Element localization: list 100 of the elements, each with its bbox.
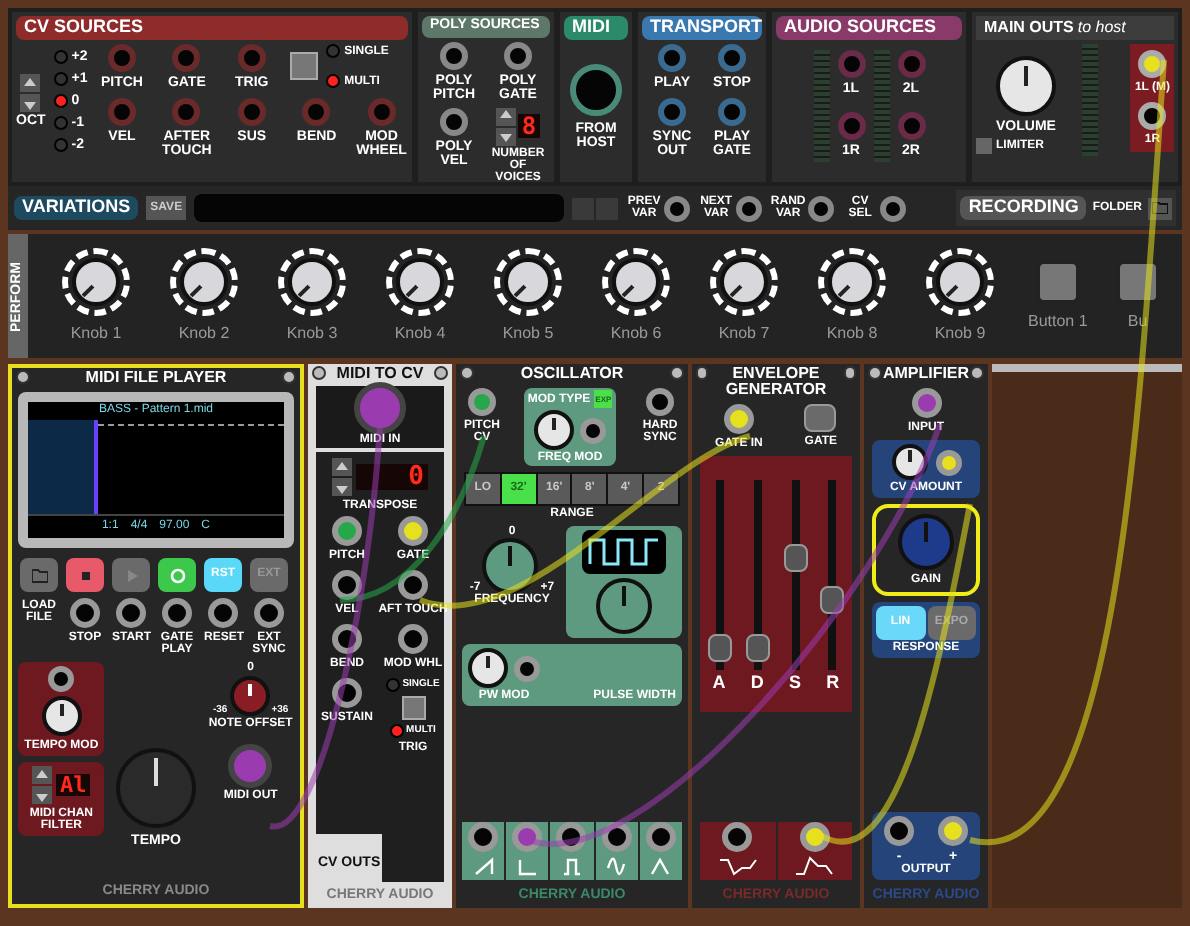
- sine-wave-icon: [604, 855, 629, 875]
- frequency-knob[interactable]: [482, 538, 539, 594]
- down-arrow-button[interactable]: [495, 127, 516, 145]
- jack-socket[interactable]: [938, 815, 968, 845]
- note-offset-knob[interactable]: [229, 676, 270, 716]
- knob[interactable]: [494, 247, 562, 315]
- triangle-wave-icon: [648, 855, 673, 875]
- down-arrow-button[interactable]: [32, 786, 53, 804]
- volume-knob[interactable]: [996, 56, 1056, 116]
- knob[interactable]: [926, 247, 994, 315]
- jack-socket[interactable]: [645, 821, 676, 851]
- radio-led[interactable]: [326, 74, 341, 88]
- knob-label: Knob 2: [178, 321, 230, 345]
- up-arrow-button[interactable]: [495, 107, 516, 125]
- jack-socket[interactable]: [722, 821, 753, 851]
- trig-button[interactable]: [290, 52, 319, 80]
- jack-socket[interactable]: [440, 107, 468, 135]
- jack-socket[interactable]: [70, 598, 100, 628]
- radio-led[interactable]: [386, 678, 401, 692]
- jack-socket[interactable]: [1138, 50, 1167, 78]
- limiter-checkbox[interactable]: [976, 138, 992, 154]
- jack-socket[interactable]: [254, 598, 284, 628]
- knob[interactable]: [278, 247, 346, 315]
- jack-socket[interactable]: [880, 195, 907, 221]
- slider-thumb[interactable]: [820, 585, 845, 614]
- module-title: ENVELOPE GENERATOR: [723, 366, 829, 398]
- jack-socket[interactable]: [354, 382, 406, 434]
- knob[interactable]: [602, 247, 670, 315]
- up-arrow-button[interactable]: [332, 458, 352, 476]
- knob-label: Knob 3: [286, 321, 338, 345]
- radio-led[interactable]: [326, 44, 341, 58]
- down-arrow-button[interactable]: [20, 94, 41, 112]
- pw-mod-knob[interactable]: [468, 648, 508, 688]
- variation-name-field[interactable]: [194, 194, 565, 222]
- jack-socket[interactable]: [808, 195, 835, 221]
- jack-socket[interactable]: [398, 570, 428, 600]
- jack-socket[interactable]: [580, 417, 606, 443]
- tempo-mod-knob[interactable]: [41, 696, 82, 736]
- trig-button[interactable]: [401, 696, 425, 720]
- jack-socket[interactable]: [512, 821, 543, 851]
- up-arrow-button[interactable]: [32, 766, 53, 784]
- stop-button[interactable]: [66, 558, 104, 592]
- jack-socket[interactable]: [331, 678, 362, 708]
- perform-button[interactable]: [1115, 259, 1160, 303]
- jack-socket[interactable]: [601, 821, 632, 851]
- radio-led[interactable]: [390, 724, 405, 738]
- gate-button[interactable]: [804, 404, 837, 432]
- jack-socket[interactable]: [514, 655, 540, 681]
- folder-button[interactable]: [1148, 197, 1172, 219]
- radio-led[interactable]: [53, 72, 68, 86]
- down-arrow-icon: [36, 789, 49, 801]
- jack-socket[interactable]: [646, 388, 674, 416]
- jack-socket[interactable]: [723, 404, 754, 434]
- jack-socket[interactable]: [440, 41, 468, 69]
- envelope-shape-icon: [717, 855, 758, 875]
- knob-label: Knob 8: [826, 321, 878, 345]
- square-wave-icon: [559, 855, 584, 875]
- jack-socket[interactable]: [332, 570, 362, 600]
- jack-socket[interactable]: [556, 821, 587, 851]
- freq-mod-knob[interactable]: [534, 410, 574, 450]
- section-header: AUDIO SOURCES: [776, 16, 962, 40]
- knob[interactable]: [62, 247, 130, 315]
- knob[interactable]: [818, 247, 886, 315]
- folder-button[interactable]: [20, 558, 58, 592]
- slider-thumb[interactable]: [745, 633, 770, 662]
- radio-led[interactable]: [53, 50, 68, 64]
- radio-led[interactable]: [53, 94, 68, 108]
- knob[interactable]: [170, 247, 238, 315]
- jack-socket[interactable]: [935, 449, 961, 475]
- jack-socket[interactable]: [208, 598, 238, 628]
- jack-socket[interactable]: [48, 666, 75, 692]
- jack-socket[interactable]: [332, 516, 362, 546]
- knob[interactable]: [710, 247, 778, 315]
- radio-led[interactable]: [53, 138, 68, 152]
- pulse-width-knob[interactable]: [596, 578, 652, 634]
- jack-socket[interactable]: [468, 821, 499, 851]
- radio-led[interactable]: [53, 116, 68, 130]
- jack-socket[interactable]: [664, 195, 691, 221]
- jack-socket[interactable]: [736, 195, 763, 221]
- up-arrow-button[interactable]: [20, 74, 41, 92]
- knob[interactable]: [386, 247, 454, 315]
- perform-button[interactable]: [1035, 259, 1080, 303]
- loop-button[interactable]: [158, 558, 196, 592]
- jack-socket[interactable]: [397, 516, 428, 546]
- jack-socket[interactable]: [468, 388, 496, 416]
- module-title: MIDI FILE PLAYER: [85, 370, 227, 386]
- jack-socket[interactable]: [799, 821, 830, 851]
- cv-amount-knob[interactable]: [891, 444, 927, 480]
- jack-socket[interactable]: [162, 598, 192, 628]
- jack-socket[interactable]: [884, 815, 914, 845]
- jack-socket[interactable]: [911, 388, 941, 418]
- jack-socket[interactable]: [116, 598, 146, 628]
- jack-socket[interactable]: [1138, 102, 1167, 130]
- down-arrow-button[interactable]: [332, 478, 352, 496]
- play-button[interactable]: [112, 558, 150, 592]
- jack-socket[interactable]: [331, 624, 362, 654]
- jack-socket[interactable]: [397, 624, 428, 654]
- slider-thumb[interactable]: [783, 544, 808, 573]
- jack-socket[interactable]: [504, 41, 532, 69]
- slider-thumb[interactable]: [707, 633, 732, 662]
